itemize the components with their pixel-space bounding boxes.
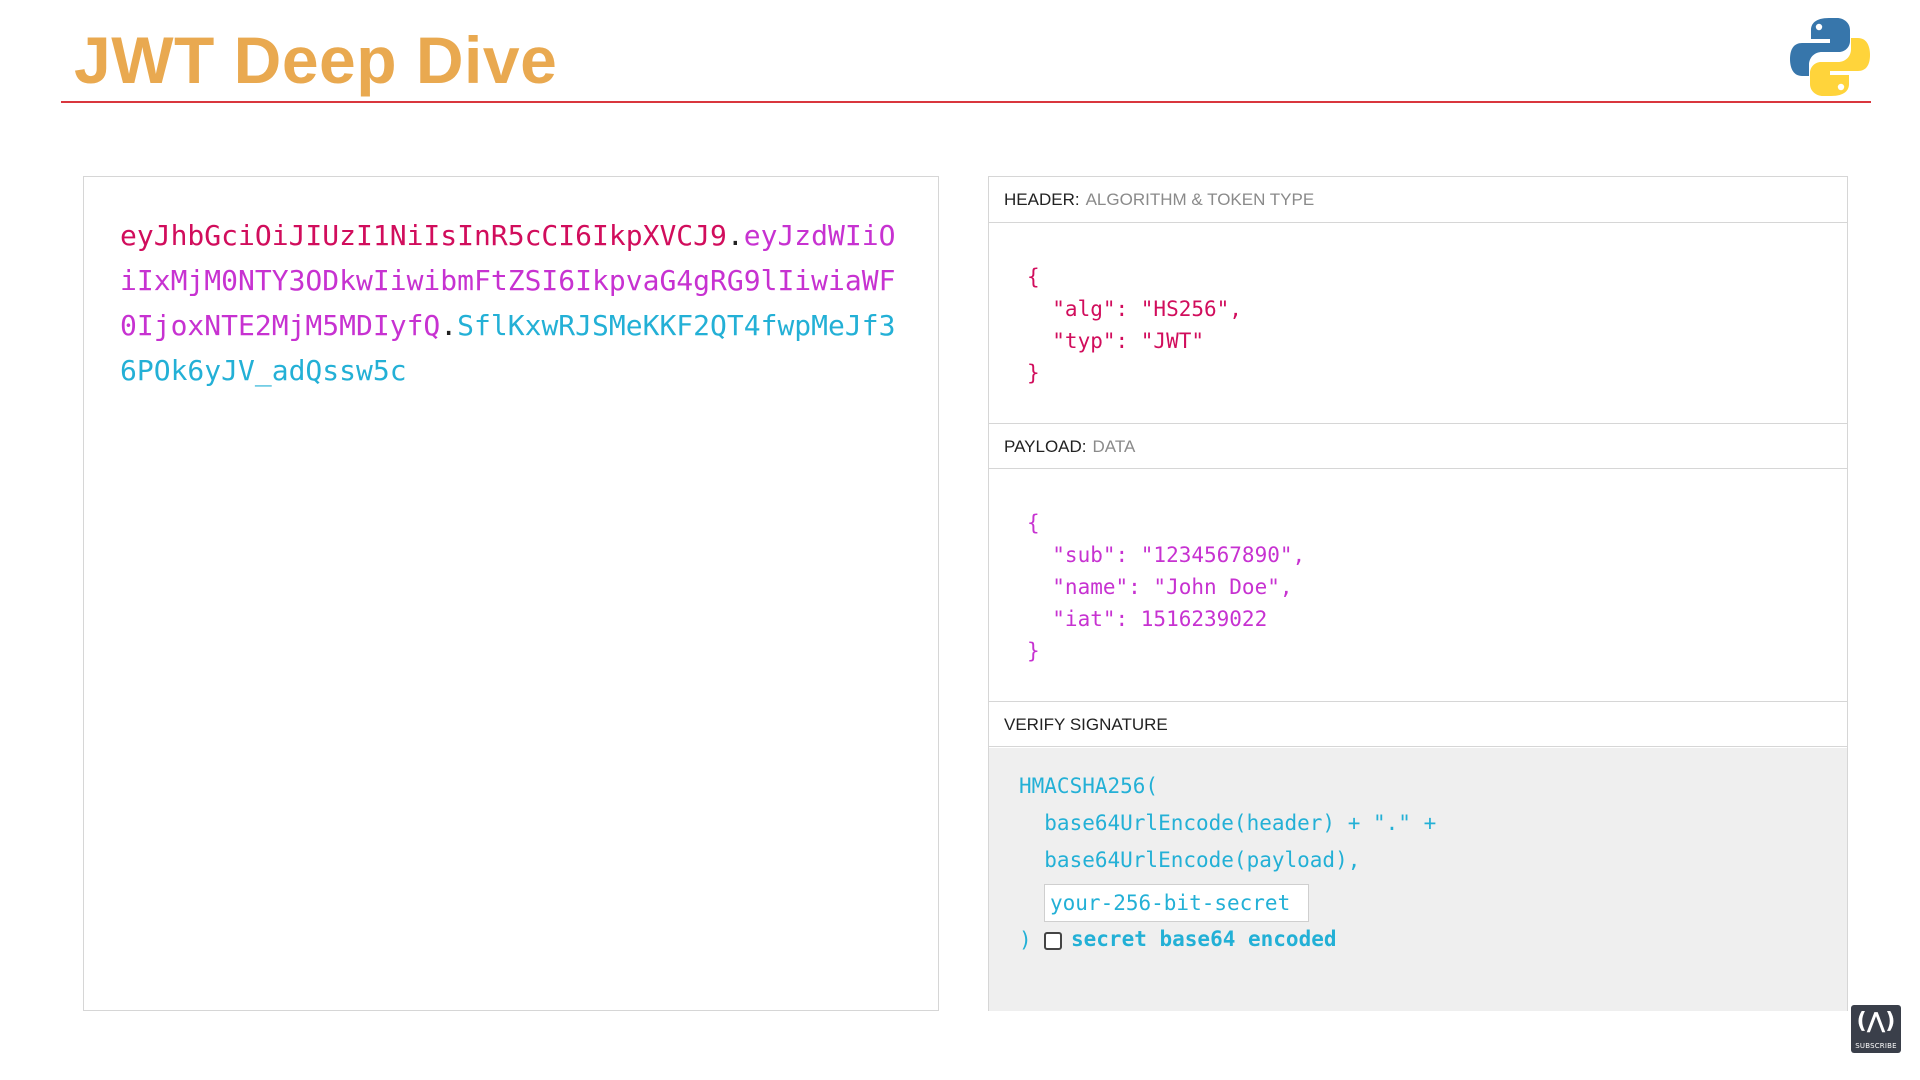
payload-section-title: PAYLOAD: DATA [989,423,1847,469]
base64-encoded-label[interactable]: secret base64 encoded [1071,927,1337,951]
freecodecamp-icon: (⋀) [1856,1009,1896,1034]
subscribe-label: SUBSCRIBE [1855,1042,1897,1050]
subscribe-badge[interactable]: (⋀) SUBSCRIBE [1851,1005,1901,1053]
header-section-subtitle: ALGORITHM & TOKEN TYPE [1085,190,1315,209]
secret-input[interactable] [1044,884,1309,922]
token-separator: . [726,219,744,252]
verify-section-title: VERIFY SIGNATURE [989,701,1847,747]
slide-title: JWT Deep Dive [74,23,558,97]
header-section-title: HEADER: ALGORITHM & TOKEN TYPE [989,177,1847,223]
header-json-editor[interactable]: { "alg": "HS256", "typ": "JWT" } [1027,261,1242,389]
decoded-panel: HEADER: ALGORITHM & TOKEN TYPE { "alg": "… [988,176,1848,1011]
payload-section-subtitle: DATA [1092,437,1136,456]
token-separator: . [440,309,458,342]
signature-close-paren: ) [1019,928,1032,952]
payload-json-editor[interactable]: { "sub": "1234567890", "name": "John Doe… [1027,507,1305,667]
encoded-token-text[interactable]: eyJhbGciOiJIUzI1NiIsInR5cCI6IkpXVCJ9.eyJ… [120,213,910,393]
encoded-token-panel[interactable]: eyJhbGciOiJIUzI1NiIsInR5cCI6IkpXVCJ9.eyJ… [83,176,939,1011]
python-logo-icon [1790,18,1870,96]
header-section-label: HEADER: [1004,190,1080,209]
token-header-part: eyJhbGciOiJIUzI1NiIsInR5cCI6IkpXVCJ9 [120,219,727,252]
verify-signature-body: HMACSHA256( base64UrlEncode(header) + ".… [989,748,1847,1011]
signature-formula: HMACSHA256( base64UrlEncode(header) + ".… [1019,774,1437,872]
base64-encoded-checkbox[interactable] [1044,932,1062,950]
payload-section-label: PAYLOAD: [1004,437,1087,456]
title-divider [61,101,1871,103]
verify-section-label: VERIFY SIGNATURE [1004,715,1168,734]
